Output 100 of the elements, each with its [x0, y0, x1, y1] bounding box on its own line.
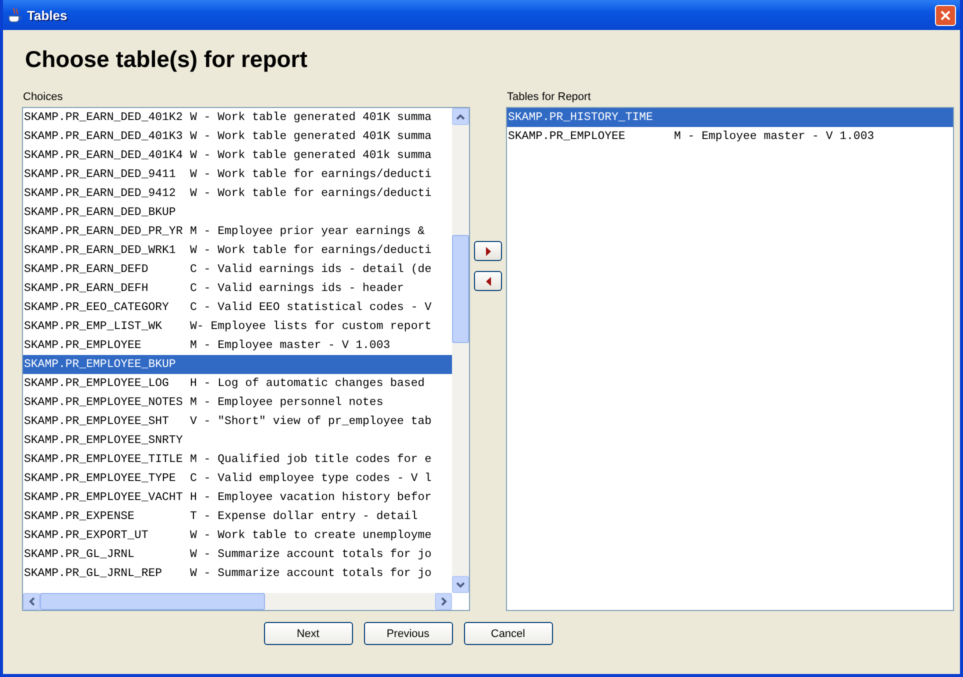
- list-row[interactable]: SKAMP.PR_EXPENSE T - Expense dollar entry - detail: [23, 507, 452, 526]
- table-description: W - Summarize account totals for jo: [190, 548, 432, 561]
- left-triangle-icon: [486, 276, 490, 286]
- list-row[interactable]: SKAMP.PR_EARN_DED_WRK1 W - Work table for earnings/deducti: [23, 241, 452, 260]
- table-name: SKAMP.PR_EMPLOYEE_TYPE: [24, 472, 177, 485]
- table-name: SKAMP.PR_EARN_DED_401K2: [24, 111, 184, 124]
- table-name: SKAMP.PR_EMPLOYEE: [508, 130, 626, 143]
- list-row[interactable]: SKAMP.PR_GL_JRNL_REP W - Summarize account totals for jo: [23, 564, 452, 583]
- table-name: SKAMP.PR_EARN_DED_401K4: [24, 149, 184, 162]
- list-row[interactable]: SKAMP.PR_EMP_LIST_WK W- Employee lists for custom report: [23, 317, 452, 336]
- table-name: SKAMP.PR_EMPLOYEE_BKUP: [24, 358, 177, 371]
- table-name: SKAMP.PR_EMPLOYEE_VACHT: [24, 491, 184, 504]
- list-row[interactable]: SKAMP.PR_EMPLOYEE_TITLE M - Qualified job title codes for e: [23, 450, 452, 469]
- list-row[interactable]: SKAMP.PR_EARN_DED_9411 W - Work table for earnings/deducti: [23, 165, 452, 184]
- table-name: SKAMP.PR_EMP_LIST_WK: [24, 320, 164, 333]
- table-name: SKAMP.PR_EARN_DED_WRK1: [24, 244, 177, 257]
- table-description: W - Work table generated 401K summa: [190, 111, 432, 124]
- table-name: SKAMP.PR_EMPLOYEE_LOG: [24, 377, 170, 390]
- table-list[interactable]: [22, 107, 470, 611]
- table-description: M - Employee master - V 1.003: [674, 130, 874, 143]
- list-row[interactable]: SKAMP.PR_EXPORT_UT W - Work table to create unemployme: [23, 526, 452, 545]
- table-name: SKAMP.PR_EARN_DED_9412: [24, 187, 177, 200]
- scroll-up-icon[interactable]: [452, 108, 469, 125]
- list-row[interactable]: SKAMP.PR_EMPLOYEE_SHT V - "Short" view of pr_employee tab: [23, 412, 452, 431]
- horizontal-scrollbar[interactable]: [23, 593, 452, 610]
- dialog-heading: Choose table(s) for report: [25, 46, 308, 73]
- table-description: M - Employee master - V 1.003: [190, 339, 390, 352]
- report-tables-label: Tables for Report: [507, 91, 592, 104]
- dialog-button[interactable]: Cancel: [464, 622, 552, 645]
- list-row[interactable]: SKAMP.PR_EMPLOYEE_LOG H - Log of automatic changes based: [23, 374, 452, 393]
- table-list[interactable]: SKAMP.PR_HISTORY_TIME SKAMP.PR_EMPLOYEE M - Employee master - V 1.003: [506, 107, 954, 611]
- list-row[interactable]: SKAMP.PR_EMPLOYEE_NOTES M - Employee personnel notes: [23, 393, 452, 412]
- vertical-scrollbar[interactable]: [452, 108, 469, 593]
- table-description: H - Employee vacation history befor: [190, 491, 432, 504]
- dialog-button[interactable]: Next: [264, 622, 352, 645]
- scroll-left-icon[interactable]: [23, 593, 40, 610]
- table-name: SKAMP.PR_EARN_DED_401K3: [24, 130, 184, 143]
- scroll-right-icon[interactable]: [435, 593, 452, 610]
- coffee-cup-icon: [8, 7, 22, 23]
- table-description: W - Work table for earnings/deducti: [190, 187, 432, 200]
- choices-label: Choices: [23, 91, 64, 104]
- scrollbar-thumb[interactable]: [452, 235, 469, 343]
- window-title: Tables: [27, 8, 68, 22]
- list-row[interactable]: SKAMP.PR_EARN_DED_401K4 W - Work table generated 401k summa: [23, 146, 452, 165]
- list-row[interactable]: SKAMP.PR_EARN_DED_401K2 W - Work table generated 401K summa: [23, 108, 452, 127]
- list-row[interactable]: SKAMP.PR_EMPLOYEE_SNRTY: [23, 431, 452, 450]
- table-description: M - Qualified job title codes for e: [190, 453, 432, 466]
- list-row[interactable]: SKAMP.PR_EARN_DEFD C - Valid earnings ids - detail (de: [23, 260, 452, 279]
- list-row[interactable]: SKAMP.PR_EMPLOYEE M - Employee master - V 1.003: [23, 336, 452, 355]
- list-row[interactable]: SKAMP.PR_EARN_DED_9412 W - Work table for earnings/deducti: [23, 184, 452, 203]
- list-row[interactable]: SKAMP.PR_EARN_DED_PR_YR M - Employee prior year earnings &: [23, 222, 452, 241]
- close-button[interactable]: [935, 4, 956, 26]
- table-description: W - Work table to create unemployme: [190, 529, 432, 542]
- table-description: M - Employee personnel notes: [190, 396, 384, 409]
- table-description: H - Log of automatic changes based: [190, 377, 425, 390]
- table-description: W - Work table generated 401K summa: [190, 130, 432, 143]
- table-name: SKAMP.PR_GL_JRNL: [24, 548, 136, 561]
- list-row[interactable]: SKAMP.PR_EMPLOYEE M - Employee master - V 1.003: [507, 127, 953, 146]
- table-name: SKAMP.PR_EMPLOYEE_SNRTY: [24, 434, 184, 447]
- list-row[interactable]: SKAMP.PR_HISTORY_TIME: [507, 108, 953, 127]
- table-description: M - Employee prior year earnings &: [190, 225, 425, 238]
- list-row[interactable]: SKAMP.PR_EEO_CATEGORY C - Valid EEO statistical codes - V: [23, 298, 452, 317]
- dialog-button[interactable]: Previous: [364, 622, 452, 645]
- table-description: W - Summarize account totals for jo: [190, 567, 432, 580]
- table-description: T - Expense dollar entry - detail: [190, 510, 418, 523]
- table-name: SKAMP.PR_EEO_CATEGORY: [24, 301, 170, 314]
- close-icon: [940, 10, 951, 20]
- table-description: W- Employee lists for custom report: [190, 320, 432, 333]
- table-name: SKAMP.PR_GL_JRNL_REP: [24, 567, 164, 580]
- scrollbar-thumb[interactable]: [40, 593, 265, 610]
- remove-button[interactable]: [474, 271, 502, 291]
- list-row[interactable]: SKAMP.PR_EARN_DED_BKUP: [23, 203, 452, 222]
- table-description: C - Valid employee type codes - V l: [190, 472, 432, 485]
- table-description: W - Work table generated 401k summa: [190, 149, 432, 162]
- table-description: C - Valid earnings ids - header: [190, 282, 404, 295]
- table-name: SKAMP.PR_EMPLOYEE_TITLE: [24, 453, 184, 466]
- table-description: C - Valid EEO statistical codes - V: [190, 301, 432, 314]
- table-name: SKAMP.PR_EMPLOYEE_NOTES: [24, 396, 184, 409]
- table-name: SKAMP.PR_EXPENSE: [24, 510, 136, 523]
- table-name: SKAMP.PR_EMPLOYEE: [24, 339, 142, 352]
- list-row[interactable]: SKAMP.PR_EMPLOYEE_VACHT H - Employee vacation history befor: [23, 488, 452, 507]
- table-description: C - Valid earnings ids - detail (de: [190, 263, 432, 276]
- table-description: V - "Short" view of pr_employee tab: [190, 415, 432, 428]
- table-name: SKAMP.PR_EXPORT_UT: [24, 529, 150, 542]
- table-name: SKAMP.PR_EARN_DED_PR_YR: [24, 225, 184, 238]
- table-description: W - Work table for earnings/deducti: [190, 168, 432, 181]
- table-name: SKAMP.PR_EARN_DED_BKUP: [24, 206, 177, 219]
- table-description: W - Work table for earnings/deducti: [190, 244, 432, 257]
- scroll-down-icon[interactable]: [452, 576, 469, 593]
- table-name: SKAMP.PR_EARN_DEFH: [24, 282, 150, 295]
- list-row[interactable]: SKAMP.PR_EARN_DEFH C - Valid earnings ids - header: [23, 279, 452, 298]
- list-row[interactable]: SKAMP.PR_EMPLOYEE_BKUP: [23, 355, 452, 374]
- list-row[interactable]: SKAMP.PR_EARN_DED_401K3 W - Work table generated 401K summa: [23, 127, 452, 146]
- table-name: SKAMP.PR_HISTORY_TIME: [508, 111, 654, 124]
- table-name: SKAMP.PR_EMPLOYEE_SHT: [24, 415, 170, 428]
- add-button[interactable]: [474, 241, 502, 261]
- table-name: SKAMP.PR_EARN_DED_9411: [24, 168, 177, 181]
- list-row[interactable]: SKAMP.PR_EMPLOYEE_TYPE C - Valid employee type codes - V l: [23, 469, 452, 488]
- right-triangle-icon: [486, 246, 490, 256]
- list-row[interactable]: SKAMP.PR_GL_JRNL W - Summarize account totals for jo: [23, 545, 452, 564]
